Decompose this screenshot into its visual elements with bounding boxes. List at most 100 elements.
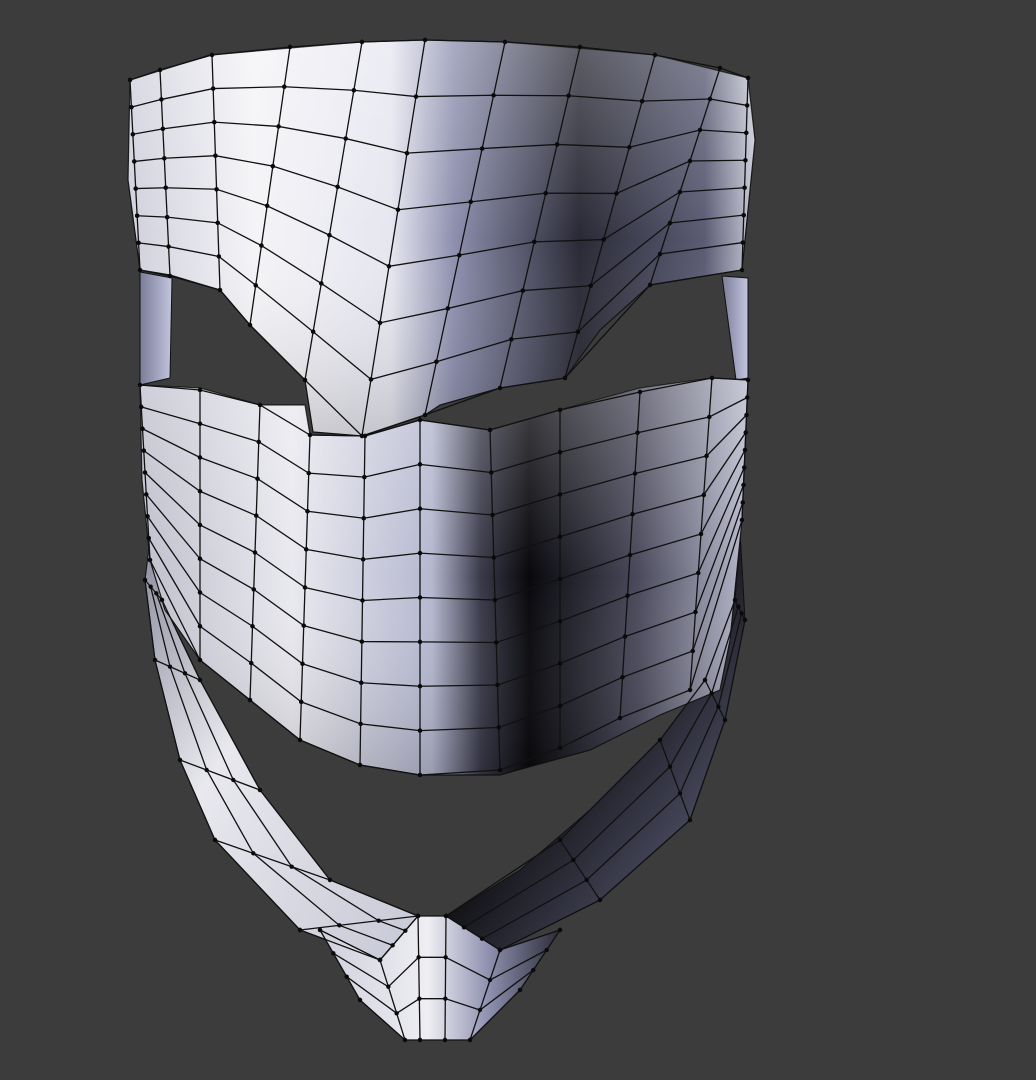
mesh-vertex (276, 124, 281, 129)
mesh-vertex (601, 237, 606, 242)
mesh-vertex (740, 500, 745, 505)
mesh-vertex (697, 127, 703, 133)
mesh-vertex (148, 584, 153, 589)
mesh-vertex (154, 591, 159, 596)
mesh-vertex (745, 377, 751, 383)
mesh-vertex (557, 619, 563, 624)
mesh-vertex (166, 244, 171, 249)
mesh-vertex (698, 531, 704, 537)
mesh-vertex (361, 516, 366, 521)
mesh-vertex (197, 489, 203, 494)
mesh-vertex (532, 239, 537, 245)
mesh-vertex (337, 923, 342, 928)
mesh-vertex (249, 660, 254, 666)
mesh-vertex (215, 220, 220, 226)
mesh-vertex (657, 251, 663, 257)
mesh-vertex (317, 927, 323, 933)
mesh-vertex (687, 158, 693, 164)
mesh-vertex (457, 252, 462, 258)
mesh-vertex (167, 664, 173, 669)
mesh-vertex (319, 281, 324, 286)
mesh-vertex (557, 837, 563, 843)
mesh-vertex (252, 550, 258, 555)
mesh-vertex (479, 146, 485, 151)
right-temple-strip (721, 275, 749, 381)
mesh-vertex (358, 721, 363, 727)
mesh-vertex (415, 913, 421, 919)
mesh-vertex (335, 184, 340, 190)
mesh-vertex (360, 557, 366, 562)
mesh-vertex (159, 97, 164, 102)
mesh-vertex (144, 492, 149, 497)
mesh-vertex (331, 951, 336, 956)
3d-viewport[interactable] (0, 0, 1036, 1080)
mesh-vertex (417, 550, 423, 556)
mesh-vertex (302, 377, 308, 383)
mesh-vertex (209, 52, 215, 58)
mesh-vertex (417, 996, 422, 1001)
mesh-vertex (231, 777, 236, 783)
mesh-vertex (652, 52, 658, 58)
mesh-vertex (213, 153, 218, 158)
mesh-vertex (702, 677, 708, 683)
mesh-vertex (132, 159, 137, 164)
mesh-vertex (282, 84, 287, 89)
mesh-vertex (487, 427, 493, 433)
mesh-vertex (146, 535, 151, 541)
mesh-vertex (502, 39, 508, 45)
mesh-vertex (142, 577, 148, 583)
mesh-vertex (359, 39, 365, 45)
mesh-vertex (250, 624, 255, 629)
mesh-vertex (134, 213, 140, 218)
mesh-vertex (137, 382, 143, 388)
mesh-vertex (327, 877, 333, 883)
mesh-vertex (141, 448, 146, 453)
mesh-vertex (417, 1037, 423, 1043)
mesh-vertex (657, 737, 663, 743)
mesh-vertex (736, 604, 741, 609)
mesh-vertex (739, 267, 745, 273)
mesh-vertex (357, 997, 363, 1003)
mask-mesh[interactable] (0, 0, 1036, 1080)
mesh-vertex (531, 967, 536, 973)
mesh-vertex (251, 851, 256, 856)
mesh-vertex (617, 715, 623, 721)
mesh-vertex (743, 430, 748, 435)
mesh-vertex (614, 191, 619, 196)
mesh-vertex (247, 322, 253, 328)
mesh-vertex (300, 661, 305, 666)
mesh-vertex (256, 439, 261, 445)
mesh-vertex (677, 791, 683, 796)
mesh-vertex (344, 974, 349, 979)
mesh-vertex (597, 897, 603, 903)
mesh-vertex (257, 787, 263, 793)
mesh-vertex (517, 987, 523, 993)
mesh-vertex (468, 199, 473, 205)
mesh-vertex (204, 767, 209, 773)
mesh-vertex (479, 936, 485, 941)
left-temple-strip (139, 271, 173, 386)
mesh-vertex (745, 75, 751, 81)
mesh-vertex (377, 320, 383, 326)
mesh-vertex (251, 587, 256, 592)
mesh-vertex (722, 717, 728, 723)
mesh-vertex (214, 187, 219, 192)
mesh-vertex (744, 412, 749, 418)
mesh-vertex (247, 697, 253, 703)
mesh-vertex (693, 609, 698, 615)
mesh-vertex (417, 684, 423, 689)
mesh-vertex (142, 470, 148, 475)
mesh-vertex (159, 597, 165, 603)
mesh-vertex (145, 514, 150, 519)
mesh-vertex (732, 597, 738, 603)
mesh-vertex (362, 433, 368, 439)
mesh-vertex (417, 506, 423, 511)
mesh-vertex (136, 240, 141, 246)
mesh-vertex (270, 163, 276, 169)
mesh-vertex (129, 104, 134, 110)
mesh-vertex (635, 430, 640, 435)
mesh-vertex (257, 402, 263, 408)
mesh-vertex (417, 595, 423, 600)
mesh-vertex (162, 156, 167, 161)
forehead-brow (127, 39, 756, 437)
